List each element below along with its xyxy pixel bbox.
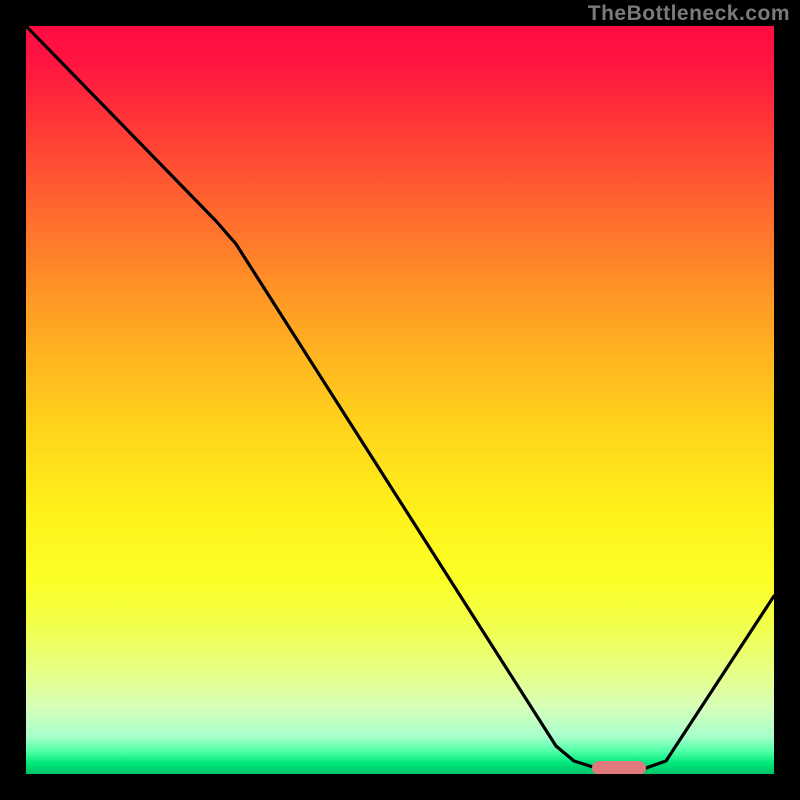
- optimal-range-marker: [592, 761, 646, 774]
- curve-line: [26, 26, 774, 768]
- plot-area: [26, 26, 774, 774]
- chart-stage: TheBottleneck.com: [0, 0, 800, 800]
- bottleneck-curve: [26, 26, 774, 774]
- watermark-text: TheBottleneck.com: [588, 2, 790, 26]
